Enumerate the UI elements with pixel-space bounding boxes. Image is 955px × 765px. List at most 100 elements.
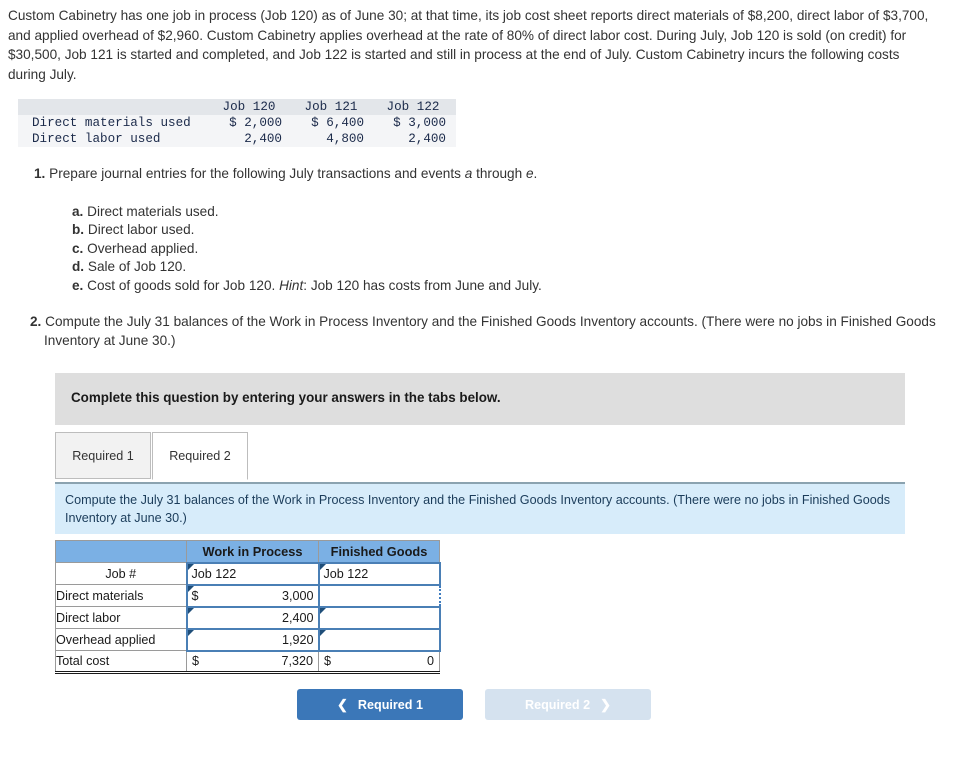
total-fg-currency: $	[324, 654, 332, 669]
sub-item-hint-text: : Job 120 has costs from June and July.	[303, 277, 542, 293]
requirement-1-sub-items: a. Direct materials used. b. Direct labo…	[72, 203, 542, 295]
costs-materials-job120: $ 2,000	[229, 116, 282, 130]
answer-row-label-direct-labor: Direct labor	[55, 606, 187, 629]
tab-required-2-label: Required 2	[169, 449, 231, 463]
cell-marker-icon	[187, 607, 194, 614]
instruction-panel: Compute the July 31 balances of the Work…	[55, 482, 905, 534]
sub-item-letter-b: b.	[72, 222, 85, 238]
answer-grid-body: Job # Job 122 Job 122 Direct materials $…	[55, 561, 441, 674]
sub-item-text-e: Cost of goods sold for Job 120.	[87, 277, 276, 293]
cell-marker-icon	[319, 607, 326, 614]
input-fg-job-number[interactable]: Job 122	[317, 561, 441, 586]
table-row: Job # Job 122 Job 122	[55, 561, 441, 586]
answer-grid-header-fg: Finished Goods	[318, 540, 440, 563]
costs-labor-job122: 2,400	[408, 132, 446, 146]
total-wip-value: 7,320	[281, 654, 313, 669]
input-wip-job-number[interactable]: Job 122	[185, 561, 320, 586]
table-row: Direct materials used $ 2,000 $ 6,400 $ …	[18, 115, 456, 131]
total-wip-cell: $ 7,320	[186, 650, 319, 674]
list-item: e. Cost of goods sold for Job 120. Hint:…	[72, 277, 542, 295]
sub-item-text-c: Overhead applied.	[87, 240, 199, 256]
costs-labor-job120: 2,400	[244, 132, 282, 146]
requirement-2: 2. Compute the July 31 balances of the W…	[30, 312, 955, 350]
requirement-1-text-after: .	[533, 166, 538, 181]
sub-item-text-b: Direct labor used.	[87, 222, 195, 238]
answer-grid-head: Work in Process Finished Goods	[55, 540, 440, 563]
previous-required-1-label: Required 1	[357, 697, 423, 712]
costs-table-header-row: Job 120 Job 121 Job 122	[18, 99, 456, 115]
input-fg-direct-materials[interactable]	[317, 583, 441, 608]
answer-row-label-job-number: Job #	[55, 562, 187, 585]
costs-materials-job121: $ 6,400	[311, 116, 364, 130]
costs-row-label-materials: Direct materials used	[32, 116, 191, 130]
sub-item-text-d: Sale of Job 120.	[87, 259, 187, 275]
answer-grid-header-row: Work in Process Finished Goods	[55, 540, 440, 563]
total-fg-value: 0	[426, 654, 434, 669]
cell-marker-icon	[187, 629, 194, 636]
answer-grid-header-blank	[55, 540, 187, 563]
total-wip-currency: $	[192, 654, 200, 669]
next-required-2-button[interactable]: Required 2 ❯	[485, 689, 651, 720]
cell-marker-icon	[319, 563, 326, 570]
requirement-2-text: Compute the July 31 balances of the Work…	[44, 314, 936, 348]
tab-required-2[interactable]: Required 2	[152, 432, 248, 480]
table-row: Direct materials $ 3,000	[55, 583, 441, 608]
table-row-total: Total cost $ 7,320 $ 0	[55, 650, 440, 674]
cell-marker-icon	[319, 629, 326, 636]
next-required-2-label: Required 2	[525, 697, 591, 712]
chevron-right-icon: ❯	[600, 697, 611, 712]
input-wip-job-number-value: Job 122	[191, 566, 237, 581]
cell-marker-icon	[187, 563, 194, 570]
requirement-1-number: 1.	[34, 166, 46, 181]
previous-required-1-button[interactable]: ❮ Required 1	[297, 689, 463, 720]
input-fg-job-number-value: Job 122	[323, 566, 369, 581]
table-row: Direct labor used 2,400 4,800 2,400	[18, 131, 456, 147]
total-fg-cell: $ 0	[318, 650, 440, 674]
sub-item-text-a: Direct materials used.	[87, 204, 219, 219]
input-wip-direct-labor-value: 2,400	[281, 610, 314, 625]
costs-header-job120: Job 120	[222, 100, 276, 114]
sub-item-letter-a: a.	[72, 204, 84, 219]
answer-grid-header-wip: Work in Process	[186, 540, 319, 563]
requirement-2-number: 2.	[30, 314, 42, 329]
list-item: d. Sale of Job 120.	[72, 258, 542, 276]
sub-item-hint-label: Hint	[279, 277, 304, 293]
july-costs-table: Job 120 Job 121 Job 122 Direct materials…	[18, 99, 456, 147]
cell-marker-icon	[187, 585, 194, 592]
list-item: a. Direct materials used.	[72, 203, 542, 221]
problem-statement: Custom Cabinetry has one job in process …	[8, 8, 929, 82]
costs-header-job121: Job 121	[304, 100, 358, 114]
costs-table-body: Direct materials used $ 2,000 $ 6,400 $ …	[18, 115, 456, 147]
input-wip-direct-materials[interactable]: $ 3,000	[185, 583, 320, 608]
table-row: Overhead applied 1,920	[55, 627, 441, 652]
answer-row-label-direct-materials: Direct materials	[55, 584, 187, 607]
requirement-1-emphasis-e: e	[525, 166, 534, 181]
answer-banner: Complete this question by entering your …	[55, 373, 905, 425]
chevron-left-icon: ❮	[337, 697, 348, 712]
list-item: c. Overhead applied.	[72, 240, 542, 258]
costs-labor-job121: 4,800	[326, 132, 364, 146]
input-fg-overhead-applied[interactable]	[317, 627, 441, 652]
input-fg-direct-labor[interactable]	[317, 605, 441, 630]
requirement-tabs: Required 1 Required 2	[55, 432, 905, 481]
input-wip-overhead-applied-value: 1,920	[281, 632, 314, 647]
input-wip-direct-materials-value: 3,000	[281, 588, 314, 603]
sub-item-letter-c: c.	[72, 240, 84, 256]
sub-item-letter-e: e.	[72, 277, 84, 293]
instruction-panel-text: Compute the July 31 balances of the Work…	[65, 493, 891, 525]
navigation-buttons: ❮ Required 1 Required 2 ❯	[297, 689, 651, 720]
costs-table-head: Job 120 Job 121 Job 122	[18, 99, 456, 115]
costs-header-blank	[18, 99, 210, 115]
costs-header-job122: Job 122	[386, 100, 440, 114]
input-wip-direct-labor[interactable]: 2,400	[185, 605, 320, 630]
answer-banner-text: Complete this question by entering your …	[71, 390, 501, 405]
sub-item-letter-d: d.	[72, 259, 85, 275]
requirement-1-text-mid: through	[476, 166, 523, 181]
answer-row-label-total-cost: Total cost	[55, 650, 187, 674]
answer-row-label-overhead-applied: Overhead applied	[55, 628, 187, 651]
tab-required-1[interactable]: Required 1	[55, 432, 151, 479]
tab-required-1-label: Required 1	[72, 448, 134, 463]
input-wip-overhead-applied[interactable]: 1,920	[185, 627, 320, 652]
list-item: b. Direct labor used.	[72, 221, 542, 239]
requirement-1-emphasis-a: a	[464, 166, 473, 181]
